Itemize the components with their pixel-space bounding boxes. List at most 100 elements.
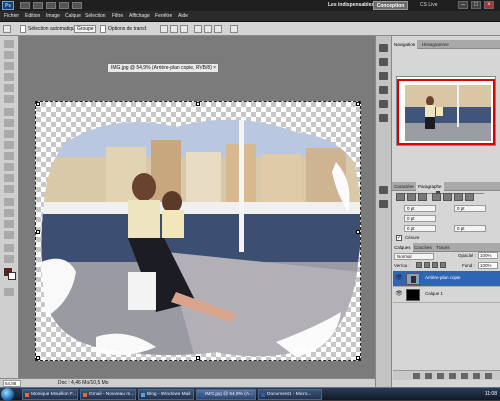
zoom-field[interactable]: 54,88 % — [3, 380, 21, 391]
justify-left-icon[interactable] — [432, 193, 441, 201]
transform-handle-br[interactable] — [356, 356, 360, 360]
eraser-tool[interactable] — [4, 152, 14, 160]
task-photoshop[interactable]: IMG.jpg @ 54,9% (A... — [196, 389, 256, 400]
workspace-essentials[interactable]: Les indispensables — [328, 2, 374, 8]
align-left-icon[interactable] — [194, 25, 202, 33]
hand-tool[interactable] — [4, 244, 14, 252]
opacity-field[interactable]: 100% — [478, 252, 498, 259]
hyphenation-checkbox[interactable]: ✓ — [396, 235, 402, 241]
menu-window[interactable]: Fenêtre — [155, 13, 172, 19]
tab-paths[interactable]: Tracés — [434, 243, 452, 252]
close-tab-icon[interactable]: × — [213, 64, 216, 72]
crop-tool[interactable] — [4, 84, 14, 92]
tab-character[interactable]: Caractère — [392, 182, 416, 191]
lock-transparency-icon[interactable] — [416, 262, 422, 268]
menu-layer[interactable]: Calque — [65, 13, 81, 19]
brush-tool[interactable] — [4, 119, 14, 127]
quick-select-tool[interactable] — [4, 73, 14, 81]
transform-handle-r[interactable] — [356, 230, 360, 234]
justify-all-icon[interactable] — [465, 193, 474, 201]
delete-layer-icon[interactable] — [485, 373, 492, 379]
new-group-icon[interactable] — [461, 373, 468, 379]
auto-select-dropdown[interactable]: Groupe — [74, 25, 96, 33]
lock-pixels-icon[interactable] — [424, 262, 430, 268]
menu-file[interactable]: Fichier — [4, 13, 19, 19]
move-tool[interactable] — [4, 40, 14, 48]
swatches-panel-icon[interactable] — [379, 58, 388, 66]
tab-paragraph[interactable]: Paragraphe — [416, 182, 444, 191]
justify-right-icon[interactable] — [454, 193, 463, 201]
layer-style-icon[interactable] — [425, 373, 432, 379]
tab-layers[interactable]: Calques — [392, 243, 413, 252]
maximize-button[interactable]: □ — [471, 1, 481, 9]
minimize-button[interactable]: – — [458, 1, 468, 9]
distribute-icon[interactable] — [230, 25, 238, 33]
document-info[interactable]: Doc : 4,46 Mo/10,5 Mo — [58, 379, 109, 387]
document-tab[interactable]: IMG.jpg @ 54,9% (Arrière-plan copie, RVB… — [107, 63, 219, 72]
gradient-tool[interactable] — [4, 163, 14, 171]
new-layer-icon[interactable] — [473, 373, 480, 379]
marquee-tool[interactable] — [4, 51, 14, 59]
lock-position-icon[interactable] — [432, 262, 438, 268]
paragraph-panel-icon[interactable] — [379, 200, 388, 208]
transform-handle-l[interactable] — [36, 230, 40, 234]
align-top-icon[interactable] — [160, 25, 168, 33]
history-brush-tool[interactable] — [4, 141, 14, 149]
task-word[interactable]: Document1 - Micro... — [258, 389, 322, 400]
layer-row-background-copy[interactable]: 👁 Arrière-plan copie — [393, 271, 500, 287]
type-tool[interactable] — [4, 209, 14, 217]
align-right-icon[interactable] — [214, 25, 222, 33]
minibridge-icon[interactable] — [33, 2, 43, 9]
zoom-tool[interactable] — [4, 255, 14, 263]
path-select-tool[interactable] — [4, 220, 14, 228]
healing-brush-tool[interactable] — [4, 108, 14, 116]
menu-image[interactable]: Image — [46, 13, 60, 19]
auto-select-checkbox[interactable] — [20, 25, 26, 33]
masks-panel-icon[interactable] — [379, 86, 388, 94]
background-color-swatch[interactable] — [8, 272, 16, 280]
cs-live-button[interactable]: CS Live — [420, 1, 438, 10]
indent-right-field[interactable]: 0 pt — [454, 205, 486, 212]
adjustments-panel-icon[interactable] — [379, 72, 388, 80]
transform-handle-b[interactable] — [196, 356, 200, 360]
link-layers-icon[interactable] — [413, 373, 420, 379]
arrange-documents-icon[interactable] — [72, 2, 82, 9]
tab-histogram[interactable]: Histogramme — [420, 40, 451, 49]
blend-mode-select[interactable]: Normal — [394, 253, 434, 260]
task-windows-mail[interactable]: Blog - Windows Mail — [138, 389, 194, 400]
shape-tool[interactable] — [4, 231, 14, 239]
menu-help[interactable]: Aide — [178, 13, 188, 19]
visibility-eye-icon[interactable]: 👁 — [395, 291, 403, 298]
color-panel-icon[interactable] — [379, 44, 388, 52]
align-left-text-icon[interactable] — [396, 193, 405, 201]
lasso-tool[interactable] — [4, 62, 14, 70]
start-button[interactable] — [1, 388, 14, 401]
dodge-tool[interactable] — [4, 185, 14, 193]
actions-panel-icon[interactable] — [379, 114, 388, 122]
first-line-indent-field[interactable]: 0 pt — [404, 215, 436, 222]
transform-handle-bl[interactable] — [36, 356, 40, 360]
align-right-text-icon[interactable] — [418, 193, 427, 201]
eyedropper-tool[interactable] — [4, 95, 14, 103]
lock-all-icon[interactable] — [440, 262, 446, 268]
document-area[interactable]: IMG.jpg @ 54,9% (Arrière-plan copie, RVB… — [19, 36, 375, 378]
transform-handle-tl[interactable] — [36, 102, 40, 106]
indent-left-field[interactable]: 0 pt — [404, 205, 436, 212]
transform-handle-t[interactable] — [196, 102, 200, 106]
menu-select[interactable]: Sélection — [85, 13, 106, 19]
visibility-eye-icon[interactable]: 👁 — [395, 275, 403, 282]
task-gmail[interactable]: Gmail - Nouveau m... — [80, 389, 136, 400]
history-panel-icon[interactable] — [379, 100, 388, 108]
space-before-field[interactable]: 0 pt — [404, 225, 436, 232]
blur-tool[interactable] — [4, 174, 14, 182]
show-transform-checkbox[interactable] — [100, 25, 106, 33]
navigator-preview[interactable] — [396, 76, 496, 146]
hand-icon[interactable] — [59, 2, 69, 9]
space-after-field[interactable]: 0 pt — [454, 225, 486, 232]
transform-handle-tr[interactable] — [356, 102, 360, 106]
workspace-design-button[interactable]: Conception — [373, 1, 408, 10]
tab-navigation[interactable]: Navigation — [392, 40, 418, 49]
adjustment-layer-icon[interactable] — [449, 373, 456, 379]
move-tool-icon[interactable] — [3, 25, 11, 33]
layer-name[interactable]: Calque 1 — [425, 291, 443, 296]
